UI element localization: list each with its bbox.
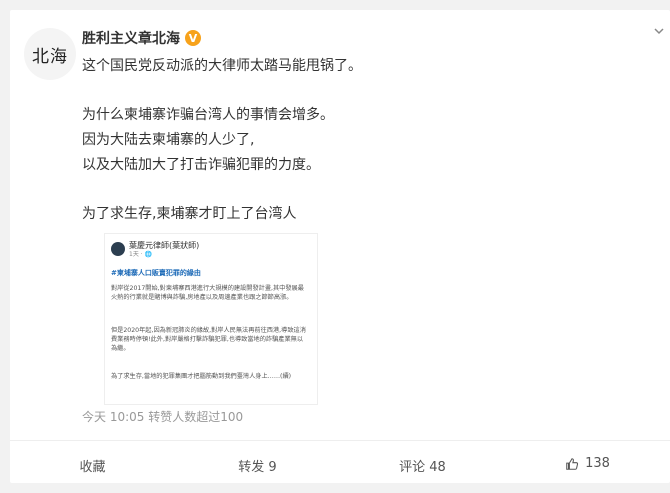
username-row: 胜利主义章北海 V bbox=[82, 28, 201, 48]
post-line: 因为大陆去柬埔寨的人少了, bbox=[82, 132, 255, 148]
embed-paragraph: 但是2020年起,因為新冠肺炎的緣故,對岸人民無法再前往西港,導致這消費業務時停… bbox=[111, 327, 306, 352]
post-text: 这个国民党反动派的大律师太踏马能甩锅了。 为什么柬埔寨诈骗台湾人的事情会增多。 … bbox=[82, 54, 642, 227]
embed-paragraph: 對岸從2017開始,對柬埔寨西港進行大規模的建設開發計畫,其中發展最火熱的行業就… bbox=[111, 285, 304, 301]
like-count: 138 bbox=[585, 456, 610, 471]
thumbs-up-icon bbox=[566, 457, 579, 470]
embed-paragraph: 為了求生存,當地的犯罪集團才把腦筋動到我們臺灣人身上……(續) bbox=[111, 373, 292, 380]
avatar[interactable]: 北海 bbox=[24, 28, 76, 80]
embed-subline: 1天 · 🌐 bbox=[129, 251, 153, 258]
post-line: 为什么柬埔寨诈骗台湾人的事情会增多。 bbox=[82, 107, 334, 123]
divider bbox=[10, 440, 670, 441]
post-line: 为了求生存,柬埔寨才盯上了台湾人 bbox=[82, 206, 297, 222]
repost-label: 转发 9 bbox=[238, 460, 277, 475]
comment-button[interactable]: 评论 48 bbox=[340, 456, 505, 475]
repost-button[interactable]: 转发 9 bbox=[175, 456, 340, 475]
favorite-label: 收藏 bbox=[79, 460, 106, 475]
timestamp[interactable]: 今天 10:05 bbox=[82, 410, 144, 424]
post-meta: 今天 10:05 转赞人数超过100 bbox=[82, 408, 243, 425]
post-line: 以及大陆加大了打击诈骗犯罪的力度。 bbox=[82, 157, 320, 173]
chevron-down-icon[interactable] bbox=[652, 24, 670, 42]
username[interactable]: 胜利主义章北海 bbox=[82, 28, 180, 48]
embed-avatar bbox=[111, 242, 125, 256]
avatar-text: 北海 bbox=[32, 46, 68, 67]
like-button[interactable]: 138 bbox=[505, 456, 670, 471]
embed-header: 葉慶元律師(葉狀師) 1天 · 🌐 bbox=[111, 240, 301, 258]
comment-label: 评论 48 bbox=[399, 460, 446, 475]
post-line: 这个国民党反动派的大律师太踏马能甩锅了。 bbox=[82, 58, 362, 74]
repost-note: 转赞人数超过100 bbox=[148, 410, 244, 424]
verified-badge-icon: V bbox=[185, 30, 201, 46]
favorite-button[interactable]: 收藏 bbox=[10, 456, 175, 475]
embedded-image[interactable]: 葉慶元律師(葉狀師) 1天 · 🌐 #柬埔寨人口販賣犯罪的緣由 對岸從2017開… bbox=[104, 233, 318, 405]
post-card: 北海 胜利主义章北海 V 这个国民党反动派的大律师太踏马能甩锅了。 为什么柬埔寨… bbox=[10, 10, 670, 483]
embed-hashtag: #柬埔寨人口販賣犯罪的緣由 bbox=[111, 269, 201, 277]
